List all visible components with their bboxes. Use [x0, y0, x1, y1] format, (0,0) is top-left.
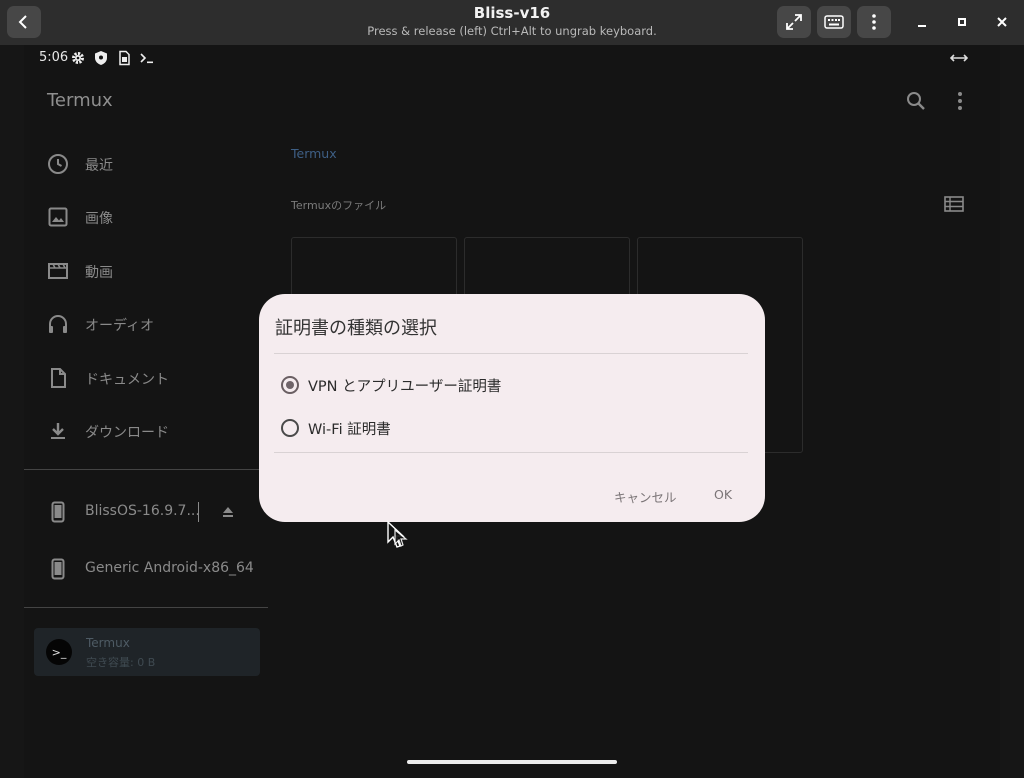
fullscreen-button[interactable] [777, 6, 811, 38]
drawer-item-label: 最近 [85, 158, 113, 174]
radio-button-selected[interactable] [281, 376, 299, 394]
drawer-divider [24, 607, 268, 608]
drawer-item-downloads[interactable]: ダウンロード [24, 409, 268, 453]
movie-icon [48, 263, 68, 279]
terminal-icon [140, 53, 153, 64]
drawer-device-blissos[interactable]: BlissOS-16.9.7... [24, 490, 268, 534]
keyboard-button[interactable] [817, 6, 851, 38]
download-icon [51, 423, 65, 439]
sim-card-icon [119, 50, 130, 66]
drawer-item-images[interactable]: 画像 [24, 195, 268, 239]
phone-icon [51, 501, 65, 523]
device-label: Generic Android-x86_64 [85, 560, 254, 576]
cancel-button[interactable]: キャンセル [614, 487, 677, 506]
drawer-item-label: ドキュメント [85, 372, 169, 388]
section-label: Termuxのファイル [291, 199, 387, 212]
minimize-icon [918, 25, 926, 27]
headphones-icon [49, 315, 67, 333]
storage-free-space: 空き容量: 0 B [86, 656, 156, 669]
more-vert-icon [872, 14, 876, 30]
close-icon [997, 17, 1007, 27]
device-label: BlissOS-16.9.7... [85, 503, 200, 519]
status-bar: 5:06 [24, 45, 1000, 71]
gesture-nav-bar[interactable] [407, 760, 617, 764]
drawer-item-recent[interactable]: 最近 [24, 142, 268, 186]
drawer-item-documents[interactable]: ドキュメント [24, 356, 268, 400]
resize-arrows-icon [950, 54, 968, 62]
drawer-item-label: オーディオ [85, 318, 155, 334]
dialog-divider [274, 452, 748, 453]
document-icon [51, 368, 66, 388]
dialog-title: 証明書の種類の選択 [275, 318, 437, 339]
fullscreen-icon [786, 14, 802, 30]
phone-icon [51, 558, 65, 580]
drawer-device-generic[interactable]: Generic Android-x86_64 [24, 547, 268, 591]
more-vert-icon[interactable] [948, 89, 972, 113]
shield-icon [95, 51, 107, 65]
list-view-icon[interactable] [944, 196, 964, 212]
option-label: VPN とアプリユーザー証明書 [308, 379, 502, 395]
drawer-item-videos[interactable]: 動画 [24, 249, 268, 293]
breadcrumb[interactable]: Termux [291, 146, 337, 161]
option-vpn-app-user-cert[interactable]: VPN とアプリユーザー証明書 [281, 372, 741, 402]
radio-button[interactable] [281, 419, 299, 437]
menu-button[interactable] [857, 6, 891, 38]
maximize-icon [958, 18, 966, 26]
option-wifi-cert[interactable]: Wi-Fi 証明書 [281, 415, 741, 445]
ok-button[interactable]: OK [714, 487, 732, 502]
drawer-item-label: ダウンロード [85, 425, 169, 441]
certificate-type-dialog: 証明書の種類の選択 VPN とアプリユーザー証明書 Wi-Fi 証明書 キャンセ… [259, 294, 765, 522]
terminal-icon: >_ [46, 639, 72, 665]
drawer-divider [24, 469, 268, 470]
dialog-divider [274, 353, 748, 354]
status-time: 5:06 [39, 50, 69, 65]
option-label: Wi-Fi 証明書 [308, 422, 391, 438]
window-titlebar: Bliss-v16 Press & release (left) Ctrl+Al… [0, 0, 1024, 45]
drawer-item-audio[interactable]: オーディオ [24, 302, 268, 346]
keyboard-icon [824, 15, 844, 29]
gear-icon [72, 52, 84, 64]
app-title: Termux [47, 90, 113, 111]
mouse-cursor-icon [387, 520, 408, 548]
clock-icon [48, 154, 68, 174]
device-separator [198, 502, 199, 522]
drawer-storage-termux[interactable]: >_ Termux 空き容量: 0 B [34, 628, 260, 676]
eject-icon[interactable] [220, 504, 236, 520]
minimize-button[interactable] [910, 10, 934, 34]
search-icon[interactable] [904, 89, 928, 113]
image-icon [48, 207, 68, 227]
drawer-item-label: 画像 [85, 211, 113, 227]
close-button[interactable] [990, 10, 1014, 34]
drawer-item-label: 動画 [85, 265, 113, 281]
maximize-button[interactable] [950, 10, 974, 34]
storage-name: Termux [86, 636, 130, 650]
